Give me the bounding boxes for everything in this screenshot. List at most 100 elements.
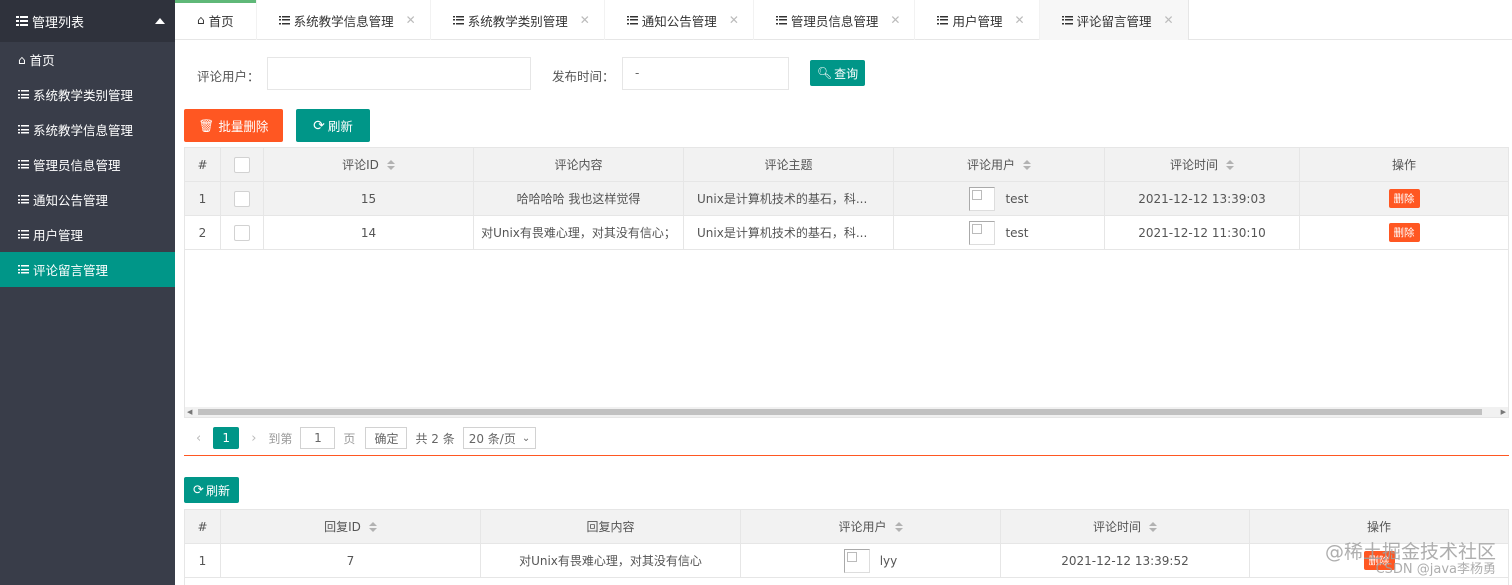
sidebar-header[interactable]: 管理列表 [0, 0, 175, 42]
search-icon: 🔍︎ [816, 66, 833, 80]
comment-user-input[interactable] [267, 57, 531, 90]
sort-icon[interactable] [386, 159, 395, 170]
header-select-all[interactable] [221, 148, 264, 181]
goto-page-input[interactable]: 1 [300, 427, 336, 449]
comments-table: # 评论ID 评论内容 评论主题 评论用户 评论时间 操作 1 15 哈哈哈哈 … [184, 147, 1509, 418]
sidebar-item-teaching-category[interactable]: 系统教学类别管理 [0, 77, 175, 112]
query-button-label: 查询 [834, 66, 859, 81]
row-select[interactable] [221, 216, 264, 249]
row-comment-user: test [894, 182, 1105, 215]
sidebar-item-admin-info[interactable]: 管理员信息管理 [0, 147, 175, 182]
table-row: 1 15 哈哈哈哈 我也这样觉得 Unix是计算机技术的基石，科... test… [185, 182, 1508, 216]
row-checkbox[interactable] [234, 224, 250, 241]
scroll-left-icon[interactable]: ◀ [187, 408, 192, 416]
list-icon [1061, 15, 1073, 25]
close-icon[interactable]: ✕ [406, 13, 416, 27]
publish-time-label: 发布时间： [552, 69, 615, 84]
header-index: # [185, 148, 221, 181]
sidebar-item-home[interactable]: ⌂ 首页 [0, 42, 175, 77]
sort-icon[interactable] [894, 521, 903, 532]
delete-button[interactable]: 删除 [1388, 189, 1420, 208]
next-page-icon[interactable]: › [251, 431, 256, 446]
delete-button[interactable]: 删除 [1388, 223, 1420, 242]
row-reply-id: 7 [221, 544, 481, 577]
publish-time-input[interactable]: - [622, 57, 789, 90]
close-icon[interactable]: ✕ [729, 13, 739, 27]
goto-confirm-button[interactable]: 确定 [365, 427, 408, 449]
user-name: test [1005, 225, 1029, 240]
batch-delete-button[interactable]: 🗑︎ 批量删除 [184, 109, 283, 142]
tab-label: 系统教学类别管理 [467, 13, 568, 29]
row-comment-id: 15 [264, 182, 474, 215]
row-comment-topic: Unix是计算机技术的基石，科... [684, 182, 894, 215]
header-reply-user[interactable]: 评论用户 [741, 510, 1001, 543]
close-icon[interactable]: ✕ [580, 13, 590, 27]
sidebar-item-label: 首页 [29, 53, 55, 68]
header-comment-topic: 评论主题 [684, 148, 894, 181]
reply-refresh-button[interactable]: ⟳ 刷新 [184, 477, 239, 503]
tab-notice[interactable]: 通知公告管理 ✕ [605, 0, 754, 40]
tab-teaching-info[interactable]: 系统教学信息管理 ✕ [257, 0, 431, 40]
header-reply-id[interactable]: 回复ID [221, 510, 481, 543]
pagination: ‹ 1 › 到第 1 页 确定 共 2 条 20 条/页 ⌄ [184, 420, 1509, 456]
list-icon [18, 195, 29, 204]
sort-icon[interactable] [1023, 159, 1031, 170]
refresh-button[interactable]: ⟳ 刷新 [296, 109, 370, 142]
tab-home[interactable]: ⌂ 首页 [175, 0, 257, 40]
page-size-select[interactable]: 20 条/页 ⌄ [462, 427, 537, 449]
query-button[interactable]: 🔍︎ 查询 [810, 60, 865, 86]
grid-icon [16, 16, 28, 26]
header-reply-time[interactable]: 评论时间 [1001, 510, 1250, 543]
avatar [843, 548, 870, 573]
prev-page-icon[interactable]: ‹ [196, 431, 201, 446]
row-index: 1 [185, 544, 221, 577]
list-icon [937, 15, 949, 25]
goto-label: 到第 [268, 431, 293, 446]
header-comment-user[interactable]: 评论用户 [894, 148, 1105, 181]
avatar [969, 220, 996, 245]
tab-users[interactable]: 用户管理 ✕ [915, 0, 1040, 40]
sort-icon[interactable] [1226, 159, 1234, 170]
table-row: 2 14 对Unix有畏难心理，对其没有信心； Unix是计算机技术的基石，科.… [185, 216, 1508, 250]
list-icon [18, 160, 29, 169]
row-checkbox[interactable] [234, 190, 250, 207]
sort-icon[interactable] [1149, 521, 1157, 532]
batch-delete-label: 批量删除 [218, 119, 269, 134]
horizontal-scrollbar[interactable]: ◀ ▶ [185, 407, 1508, 417]
watermark-line-1: @稀土掘金技术社区 [1324, 541, 1496, 564]
sidebar-item-label: 管理员信息管理 [33, 158, 121, 173]
table-header-row: # 回复ID 回复内容 评论用户 评论时间 操作 [185, 510, 1508, 544]
page-number-current[interactable]: 1 [213, 427, 240, 449]
page-unit-label: 页 [343, 431, 356, 446]
row-reply-user: lyy [741, 544, 1001, 577]
sort-icon[interactable] [368, 521, 377, 532]
row-comment-time: 2021-12-12 13:39:03 [1105, 182, 1300, 215]
sidebar-item-users[interactable]: 用户管理 [0, 217, 175, 252]
tab-comments[interactable]: 评论留言管理 ✕ [1039, 0, 1189, 40]
list-icon [18, 90, 29, 99]
select-all-checkbox[interactable] [234, 156, 250, 173]
scrollbar-thumb[interactable] [198, 409, 1482, 415]
tab-label: 评论留言管理 [1076, 13, 1152, 29]
header-comment-time[interactable]: 评论时间 [1105, 148, 1300, 181]
tab-teaching-category[interactable]: 系统教学类别管理 ✕ [431, 0, 605, 40]
header-label: 评论用户 [838, 520, 887, 534]
row-select[interactable] [221, 182, 264, 215]
list-icon [452, 15, 464, 25]
list-icon [626, 15, 638, 25]
close-icon[interactable]: ✕ [1164, 13, 1174, 27]
tab-admin-info[interactable]: 管理员信息管理 ✕ [754, 0, 916, 40]
table-header-row: # 评论ID 评论内容 评论主题 评论用户 评论时间 操作 [185, 148, 1508, 182]
row-comment-time: 2021-12-12 11:30:10 [1105, 216, 1300, 249]
close-icon[interactable]: ✕ [1014, 13, 1024, 27]
sidebar-item-notice[interactable]: 通知公告管理 [0, 182, 175, 217]
tab-bar: ⌂ 首页 系统教学信息管理 ✕ 系统教学类别管理 ✕ 通知公告管理 ✕ 管理员信… [175, 0, 1512, 40]
scroll-right-icon[interactable]: ▶ [1501, 408, 1506, 416]
row-reply-time: 2021-12-12 13:39:52 [1001, 544, 1250, 577]
home-icon: ⌂ [18, 52, 26, 67]
sidebar-item-teaching-info[interactable]: 系统教学信息管理 [0, 112, 175, 147]
sidebar-item-comments[interactable]: 评论留言管理 [0, 252, 175, 287]
close-icon[interactable]: ✕ [890, 13, 900, 27]
header-comment-id[interactable]: 评论ID [264, 148, 474, 181]
collapse-arrow-icon[interactable] [155, 18, 165, 24]
